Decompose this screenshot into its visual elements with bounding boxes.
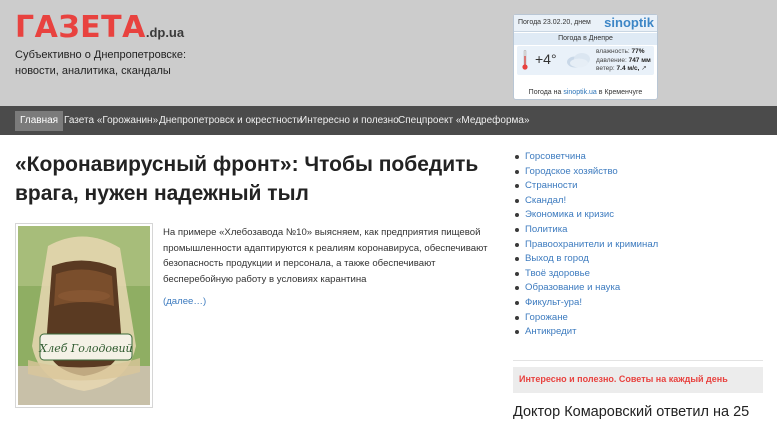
sidebar-headline[interactable]: Доктор Комаровский ответил на 25 — [513, 404, 749, 420]
thermometer-icon — [522, 50, 528, 70]
next-article-preview — [15, 418, 495, 423]
weather-footer-link[interactable]: sinoptik.ua — [563, 89, 596, 96]
weather-brand-logo[interactable]: sinoptik — [604, 15, 654, 30]
category-item[interactable]: Антикредит — [513, 325, 763, 340]
weather-city: Погода в Днепре — [558, 35, 613, 42]
category-item[interactable]: Фикульт-ура! — [513, 296, 763, 311]
article-title[interactable]: «Коронавирусный фронт»: Чтобы победить в… — [15, 150, 495, 208]
weather-top-bar: Погода 23.02.20, днем sinoptik — [514, 15, 657, 32]
category-item[interactable]: Экономика и кризис — [513, 208, 763, 223]
pressure-value: 747 мм — [628, 56, 651, 64]
category-item[interactable]: Правоохранители и криминал — [513, 238, 763, 253]
category-item[interactable]: Выход в город — [513, 252, 763, 267]
read-more-link[interactable]: (далее…) — [163, 296, 206, 307]
sidebar-divider — [513, 360, 763, 361]
weather-footer: Погода на sinoptik.ua в Кременчуге — [514, 89, 657, 96]
category-item[interactable]: Горсоветчина — [513, 150, 763, 165]
wind-value: 7.4 м/с, — [616, 65, 640, 72]
weather-body: +4° влажность: 77% давление: 747 мм вете… — [517, 46, 654, 75]
weather-footer-prefix: Погода на — [528, 89, 562, 96]
weather-city-bar: Погода в Днепре — [514, 33, 657, 45]
wind-label: ветер: — [596, 65, 615, 72]
category-item[interactable]: Скандал! — [513, 194, 763, 209]
site-tagline: Субъективно о Днепропетровске: новости, … — [15, 47, 186, 79]
category-item[interactable]: Твоё здоровье — [513, 267, 763, 282]
weather-widget[interactable]: Погода 23.02.20, днем sinoptik Погода в … — [513, 14, 658, 100]
site-header: ГАЗЕТА.dp.ua Субъективно о Днепропетровс… — [0, 0, 777, 106]
pressure-label: давление: — [596, 56, 627, 64]
sidebar-promo-heading[interactable]: Интересно и полезно. Советы на каждый де… — [513, 367, 763, 393]
weather-date: Погода 23.02.20, днем — [518, 19, 591, 26]
promo-text: Интересно и полезно. Советы на каждый де… — [519, 374, 728, 384]
category-item[interactable]: Горожане — [513, 311, 763, 326]
category-list: Горсоветчина Городское хозяйство Странно… — [513, 150, 763, 340]
main-nav: Главная Газета «Горожанин» Днепропетровс… — [0, 106, 777, 135]
weather-temperature: +4° — [535, 51, 557, 67]
bread-image: Хлеб Голодовий — [18, 226, 150, 405]
wind-direction-icon: ↗ — [641, 65, 647, 72]
nav-item-medreforma[interactable]: Спецпроект «Медреформа» — [393, 111, 535, 131]
humidity-value: 77% — [631, 48, 645, 55]
article-excerpt: На примере «Хлебозавода №10» выясняем, к… — [163, 227, 488, 285]
article-image[interactable]: Хлеб Голодовий — [15, 223, 153, 408]
weather-footer-suffix: в Кременчуге — [598, 89, 643, 96]
category-item[interactable]: Городское хозяйство — [513, 165, 763, 180]
humidity-label: влажность: — [596, 48, 630, 55]
nav-item-interesting[interactable]: Интересно и полезно — [295, 111, 404, 131]
logo-main-text: ГАЗЕТА — [15, 10, 146, 45]
category-item[interactable]: Политика — [513, 223, 763, 238]
logo-domain-text: .dp.ua — [145, 25, 185, 40]
cloud-icon — [567, 53, 590, 68]
tagline-line-2: новости, аналитика, скандалы — [15, 65, 171, 77]
tagline-line-1: Субъективно о Днепропетровске: — [15, 49, 187, 61]
site-logo[interactable]: ГАЗЕТА.dp.ua — [15, 10, 184, 45]
nav-item-gazeta-gorozhanin[interactable]: Газета «Горожанин» — [59, 111, 163, 131]
category-item[interactable]: Странности — [513, 179, 763, 194]
category-item[interactable]: Образование и наука — [513, 281, 763, 296]
nav-item-home[interactable]: Главная — [15, 111, 64, 131]
bread-label-text: Хлеб Голодовий — [38, 342, 132, 355]
weather-stats: влажность: 77% давление: 747 мм ветер: 7… — [596, 48, 651, 74]
nav-item-dnipro[interactable]: Днепропетровск и окрестности — [154, 111, 307, 131]
